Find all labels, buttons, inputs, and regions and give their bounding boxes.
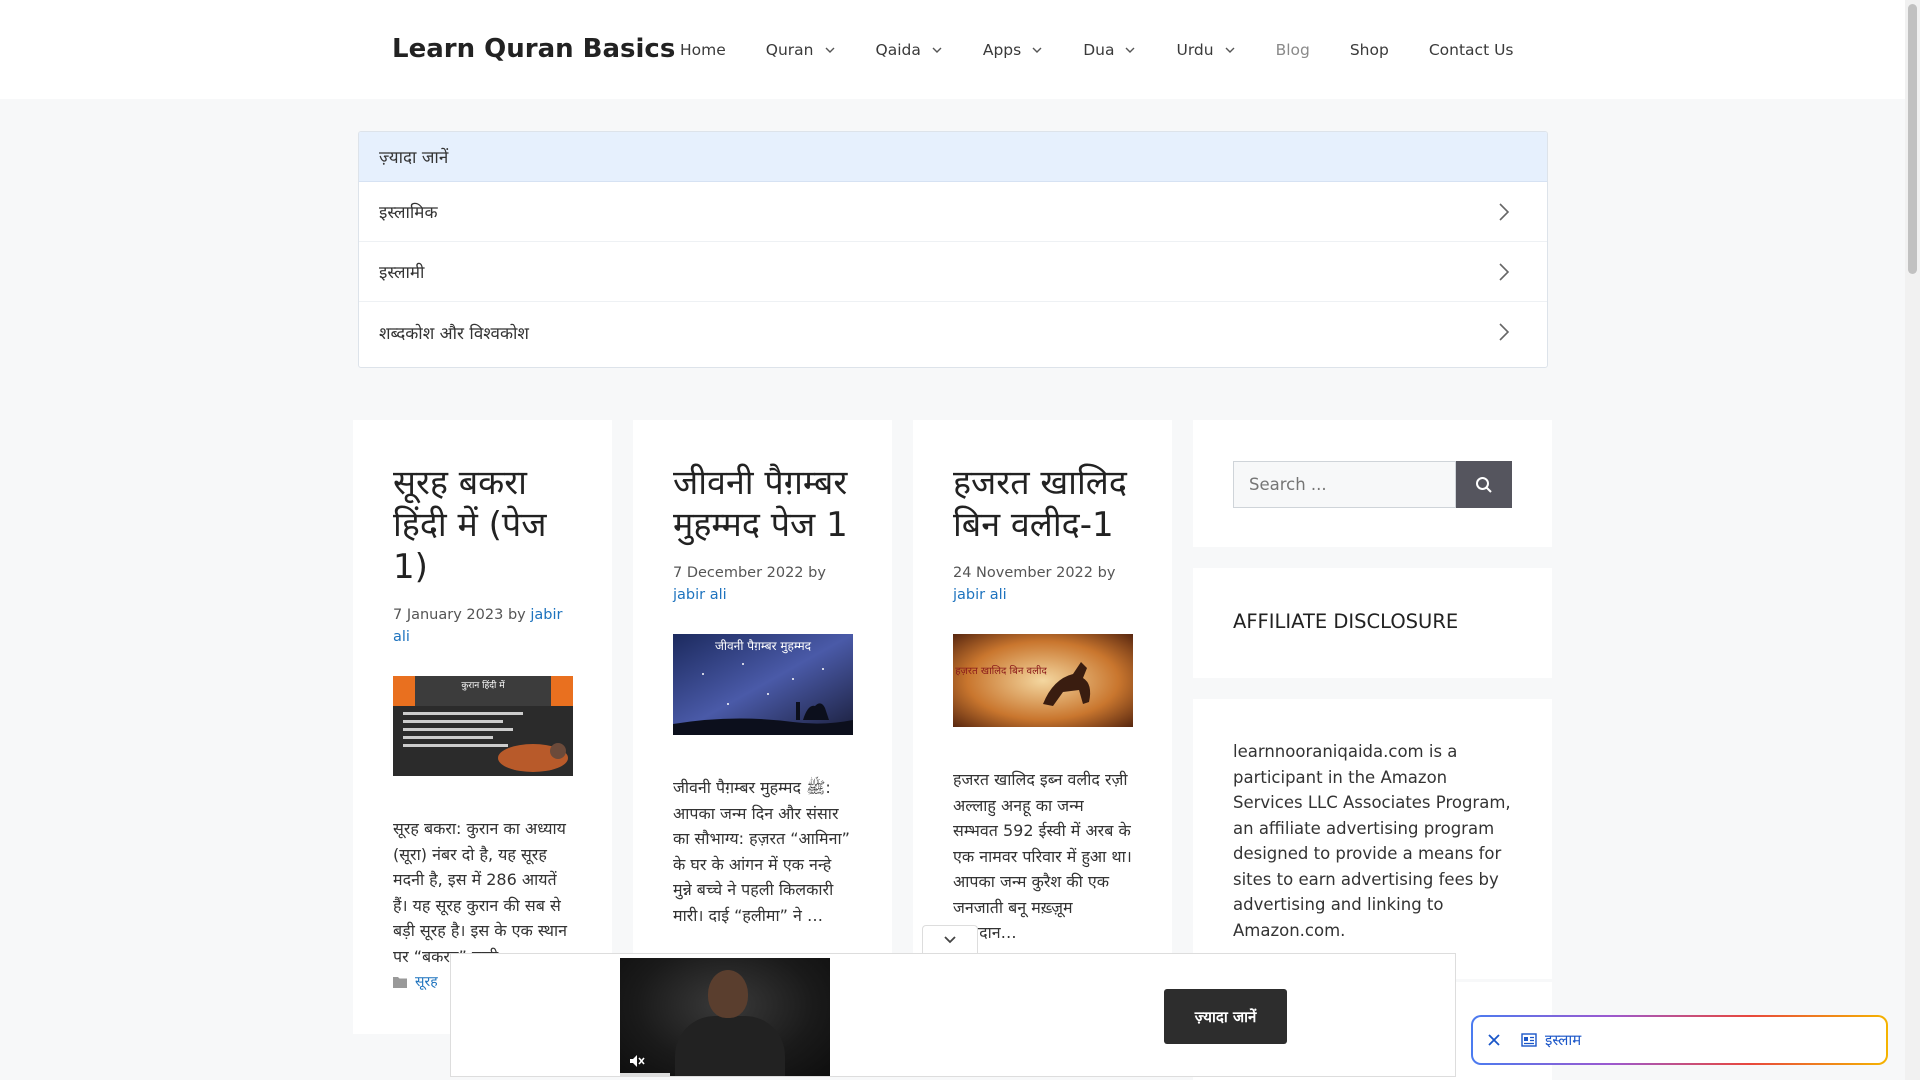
ad-learn-more-button[interactable]: ज़्यादा जानें [1164, 989, 1287, 1044]
scrollbar-thumb[interactable] [1908, 4, 1917, 274]
learn-more-item[interactable]: शब्दकोश और विश्वकोश [359, 302, 1547, 362]
ad-video-player[interactable] [620, 958, 830, 1076]
chevron-right-icon [1497, 262, 1511, 282]
thumbnail-title: कुरान हिंदी में [461, 679, 505, 691]
post-excerpt: जीवनी पैग़म्बर मुहम्मद ﷺ: आपका जन्म दिन … [673, 778, 850, 925]
post-categories: सूरह [393, 972, 438, 991]
post-thumbnail[interactable]: हज़रत खालिद बिन वलीद [953, 634, 1133, 727]
post-meta: 24 November 2022 by jabir ali [953, 562, 1132, 606]
chevron-down-icon [1224, 44, 1236, 56]
post-thumbnail[interactable]: कुरान हिंदी में [393, 676, 573, 776]
nav-contact[interactable]: Contact Us [1409, 0, 1534, 99]
nav-urdu[interactable]: Urdu [1156, 0, 1255, 99]
post-excerpt: हजरत खालिद इब्न वलीद रज़ी अल्लाहु अनहू क… [953, 770, 1132, 942]
nav-blog[interactable]: Blog [1256, 0, 1330, 99]
post-excerpt: सूरह बकरा: कुरान का अध्याय (सूरा) नंबर द… [393, 819, 568, 966]
chevron-right-icon [1497, 322, 1511, 342]
close-icon[interactable] [1487, 1033, 1501, 1047]
search-icon [1476, 476, 1492, 493]
topic-pill: इस्लाम [1471, 1015, 1888, 1065]
main-nav: Home Quran Qaida Apps Dua Urdu Blog Shop… [660, 0, 1534, 99]
post-by: by [507, 607, 526, 623]
post-date: 24 November 2022 [953, 565, 1094, 581]
nav-quran[interactable]: Quran [746, 0, 856, 99]
nav-label: Qaida [875, 40, 921, 59]
site-header: Learn Quran Basics Home Quran Qaida Apps… [0, 0, 1920, 99]
chevron-down-icon [824, 44, 836, 56]
folder-icon [393, 976, 407, 988]
chevron-down-icon [1031, 44, 1043, 56]
post-card: जीवनी पैग़म्बर मुहम्मद पेज 1 7 December … [633, 420, 892, 1034]
disclosure-widget: learnnooraniqaida.com is a participant i… [1193, 699, 1552, 979]
search-input[interactable] [1233, 461, 1456, 508]
post-title[interactable]: सूरह बकरा हिंदी में (पेज 1) [393, 462, 572, 588]
nav-apps[interactable]: Apps [963, 0, 1063, 99]
nav-shop[interactable]: Shop [1330, 0, 1409, 99]
affiliate-widget: AFFILIATE DISCLOSURE [1193, 568, 1552, 678]
post-author-link[interactable]: jabir ali [953, 587, 1007, 603]
chevron-down-icon [1124, 44, 1136, 56]
muted-speaker-icon[interactable] [628, 1052, 646, 1070]
ad-video-frame-head [708, 970, 748, 1018]
page-scrollbar[interactable] [1905, 0, 1920, 1080]
topic-pill-inner: इस्लाम [1473, 1017, 1886, 1063]
learn-more-item[interactable]: इस्लामिक [359, 182, 1547, 242]
video-ad-bar: ज़्यादा जानें [450, 953, 1456, 1077]
topic-pill-label[interactable]: इस्लाम [1545, 1030, 1581, 1050]
learn-more-item-label: शब्दकोश और विश्वकोश [379, 323, 529, 344]
ad-video-frame-body [675, 1016, 785, 1076]
site-title[interactable]: Learn Quran Basics [392, 34, 675, 64]
article-icon [1521, 1033, 1537, 1047]
nav-home[interactable]: Home [660, 0, 746, 99]
nav-label: Home [680, 40, 726, 59]
category-link[interactable]: सूरह [415, 972, 438, 991]
post-card: सूरह बकरा हिंदी में (पेज 1) 7 January 20… [353, 420, 612, 1034]
learn-more-item[interactable]: इस्लामी [359, 242, 1547, 302]
post-meta: 7 December 2022 by jabir ali [673, 562, 852, 606]
chevron-right-icon [1497, 202, 1511, 222]
nav-qaida[interactable]: Qaida [856, 0, 963, 99]
nav-label: Blog [1275, 40, 1310, 59]
post-by: by [808, 565, 826, 581]
search-widget [1193, 420, 1552, 547]
learn-more-heading: ज़्यादा जानें [359, 132, 1547, 182]
chevron-down-icon [944, 935, 956, 943]
nav-label: Urdu [1176, 40, 1214, 59]
nav-dua[interactable]: Dua [1063, 0, 1156, 99]
post-author-link[interactable]: jabir ali [673, 587, 727, 603]
affiliate-heading: AFFILIATE DISCLOSURE [1233, 610, 1459, 633]
learn-more-item-label: इस्लामी [379, 263, 425, 283]
post-date: 7 December 2022 [673, 565, 804, 581]
ad-collapse-button[interactable] [922, 925, 978, 953]
thumbnail-title: हज़रत खालिद बिन वलीद [955, 665, 1047, 677]
learn-more-box: ज़्यादा जानें इस्लामिक इस्लामी शब्दकोश औ… [358, 131, 1548, 368]
nav-label: Shop [1349, 40, 1389, 59]
learn-more-item-label: इस्लामिक [379, 203, 438, 223]
disclosure-text: learnnooraniqaida.com is a participant i… [1233, 742, 1511, 940]
post-meta: 7 January 2023 by jabir ali [393, 604, 572, 648]
ad-video-progress [620, 1073, 670, 1076]
nav-label: Quran [765, 40, 814, 59]
thumbnail-title: जीवनी पैग़म्बर मुहम्मद [715, 639, 812, 654]
nav-label: Contact Us [1428, 40, 1514, 59]
chevron-down-icon [931, 44, 943, 56]
post-by: by [1097, 565, 1116, 581]
nav-label: Apps [982, 40, 1022, 59]
post-title[interactable]: जीवनी पैग़म्बर मुहम्मद पेज 1 [673, 462, 852, 546]
post-title[interactable]: हजरत खालिद बिन वलीद-1 [953, 462, 1132, 546]
post-thumbnail[interactable]: जीवनी पैग़म्बर मुहम्मद [673, 634, 853, 735]
nav-label: Dua [1083, 40, 1115, 59]
post-date: 7 January 2023 [393, 607, 504, 623]
search-button[interactable] [1456, 461, 1512, 508]
